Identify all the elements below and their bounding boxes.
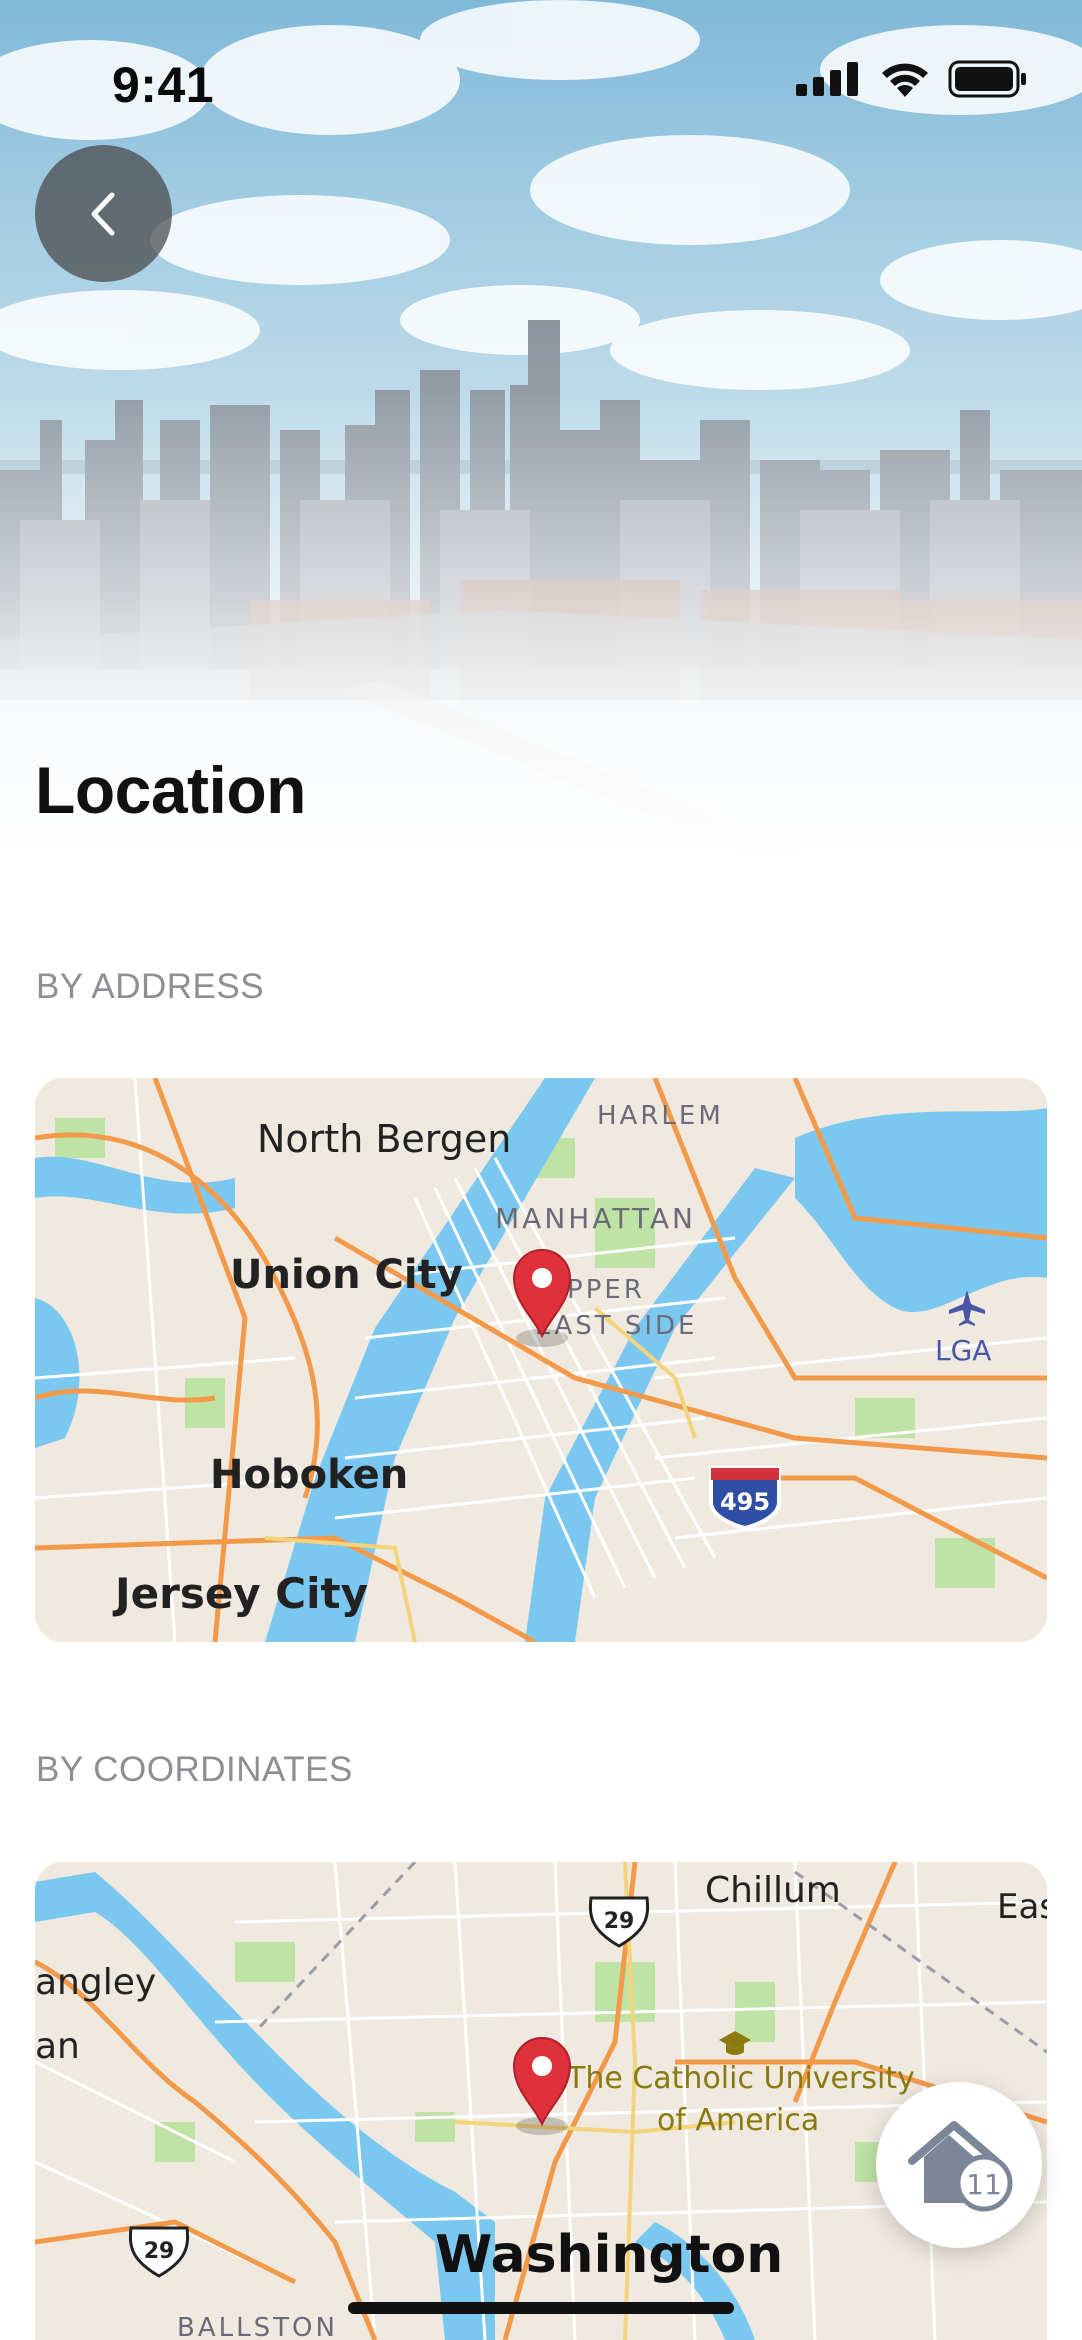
location-pin-icon <box>512 1249 572 1347</box>
chevron-left-icon <box>91 192 114 235</box>
home-floating-button[interactable]: 11 <box>876 2082 1042 2248</box>
map-label-langley: angley <box>35 1962 156 2003</box>
section-label-address: BY ADDRESS <box>36 967 265 1006</box>
map-label-lga: LGA <box>935 1334 991 1367</box>
map-label-washington: Washington <box>435 2225 783 2285</box>
home-icon: 11 <box>908 2121 1013 2212</box>
map-label-an: an <box>35 2026 80 2067</box>
svg-text:29: 29 <box>144 2239 175 2264</box>
svg-text:495: 495 <box>720 1488 770 1516</box>
interstate-shield-icon: 495 <box>709 1466 781 1531</box>
page-title: Location <box>35 753 307 827</box>
map-label-catholic-university-1: The Catholic University <box>566 2061 915 2096</box>
home-badge-count: 11 <box>966 2168 1002 2201</box>
map-label-east: Eas <box>997 1887 1047 1927</box>
section-label-coordinates: BY COORDINATES <box>36 1750 353 1789</box>
map-label-harlem: HARLEM <box>597 1101 724 1131</box>
map-label-jersey-city: Jersey City <box>112 1569 368 1618</box>
address-map[interactable]: HARLEM North Bergen MANHATTAN Union City… <box>35 1078 1047 1642</box>
location-pin-icon <box>512 2037 572 2135</box>
map-label-manhattan: MANHATTAN <box>495 1202 696 1235</box>
status-time: 9:41 <box>112 57 215 113</box>
map-label-catholic-university-2: of America <box>657 2103 819 2138</box>
status-bar: 9:41 <box>0 0 1082 170</box>
map-label-union-city: Union City <box>230 1252 463 1298</box>
svg-text:29: 29 <box>604 1909 635 1934</box>
home-indicator <box>348 2302 734 2314</box>
map-label-hoboken: Hoboken <box>210 1452 408 1498</box>
status-icons <box>796 60 1028 98</box>
coordinates-map[interactable]: Chillum Eas angley an The Catholic Unive… <box>35 1862 1047 2340</box>
cellular-signal-icon <box>796 62 858 96</box>
battery-icon <box>948 60 1026 98</box>
map-label-north-bergen: North Bergen <box>257 1117 511 1161</box>
map-label-chillum: Chillum <box>705 1870 841 1911</box>
back-button[interactable] <box>35 145 172 282</box>
map-label-ballston: BALLSTON <box>177 2313 338 2340</box>
wifi-icon <box>882 63 928 97</box>
